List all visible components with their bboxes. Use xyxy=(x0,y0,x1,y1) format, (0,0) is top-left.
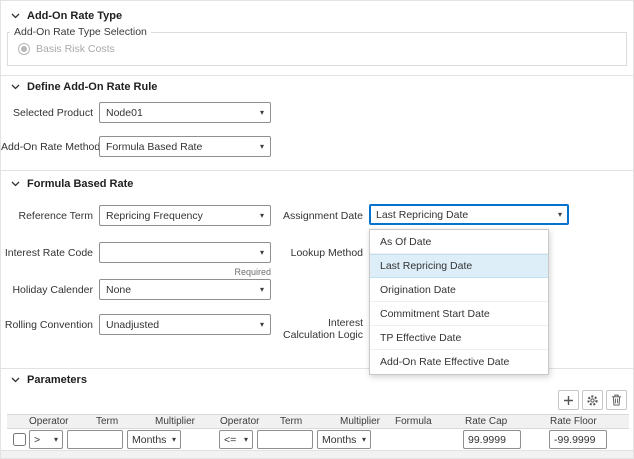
caret-down-icon: ▾ xyxy=(260,285,264,294)
holiday-calendar-select[interactable]: None ▾ xyxy=(99,279,271,300)
dropdown-option-selected[interactable]: Last Repricing Date xyxy=(370,254,548,278)
dropdown-option[interactable]: As Of Date xyxy=(370,230,548,254)
caret-down-icon: ▾ xyxy=(260,108,264,117)
operator1-select[interactable]: > ▾ xyxy=(29,430,63,449)
term2-input[interactable] xyxy=(257,430,313,449)
table-header-row: Operator Term Multiplier Operator Term M… xyxy=(7,414,629,429)
horizontal-scrollbar[interactable] xyxy=(1,450,634,458)
column-header-multiplier-1: Multiplier xyxy=(153,416,218,427)
section-title: Parameters xyxy=(27,374,87,386)
lookup-method-label: Lookup Method xyxy=(279,247,363,259)
parameters-toolbar xyxy=(558,390,627,410)
table-row: > ▾ Months ▾ <= ▾ Months ▾ xyxy=(7,429,629,451)
column-header-rate-floor: Rate Floor xyxy=(548,416,629,427)
section-header-rate-type[interactable]: Add-On Rate Type xyxy=(11,10,122,22)
trash-icon xyxy=(611,394,622,406)
section-divider xyxy=(1,170,634,171)
caret-down-icon: ▾ xyxy=(260,211,264,220)
chevron-down-icon xyxy=(11,13,20,19)
select-value: Unadjusted xyxy=(106,319,256,331)
plus-icon xyxy=(563,395,574,406)
caret-down-icon: ▾ xyxy=(54,435,58,444)
rate-cap-input[interactable] xyxy=(463,430,521,449)
caret-down-icon: ▾ xyxy=(260,248,264,257)
dropdown-option[interactable]: TP Effective Date xyxy=(370,326,548,350)
select-value: > xyxy=(34,434,51,446)
column-header-term-1: Term xyxy=(94,416,153,427)
assignment-date-dropdown: As Of Date Last Repricing Date Originati… xyxy=(369,229,549,375)
assignment-date-select[interactable]: Last Repricing Date ▾ xyxy=(369,204,569,225)
column-header-formula: Formula xyxy=(393,416,463,427)
required-note: Required xyxy=(99,267,271,277)
column-header-term-2: Term xyxy=(278,416,338,427)
section-divider xyxy=(1,75,634,76)
assignment-date-label: Assignment Date xyxy=(279,210,363,222)
operator2-select[interactable]: <= ▾ xyxy=(219,430,253,449)
holiday-calendar-label: Holiday Calender xyxy=(1,284,93,296)
select-value: Formula Based Rate xyxy=(106,141,256,153)
rate-method-label: Add-On Rate Method xyxy=(1,141,93,153)
interest-calc-logic-label: Interest Calculation Logic xyxy=(279,317,363,341)
selected-product-label: Selected Product xyxy=(1,107,93,119)
select-value: Months xyxy=(322,434,359,446)
group-label: Add-On Rate Type Selection xyxy=(10,26,151,38)
section-header-parameters[interactable]: Parameters xyxy=(11,374,87,386)
rate-method-select[interactable]: Formula Based Rate ▾ xyxy=(99,136,271,157)
column-header-rate-cap: Rate Cap xyxy=(463,416,548,427)
column-header-multiplier-2: Multiplier xyxy=(338,416,393,427)
selected-product-select[interactable]: Node01 ▾ xyxy=(99,102,271,123)
select-value: <= xyxy=(224,434,241,446)
parameters-table: Operator Term Multiplier Operator Term M… xyxy=(7,414,629,451)
radio-label: Basis Risk Costs xyxy=(36,43,115,55)
select-value: None xyxy=(106,284,256,296)
section-title: Define Add-On Rate Rule xyxy=(27,81,157,93)
column-header-operator-2: Operator xyxy=(218,416,278,427)
term1-input[interactable] xyxy=(67,430,123,449)
column-header-operator-1: Operator xyxy=(27,416,94,427)
dropdown-option[interactable]: Origination Date xyxy=(370,278,548,302)
multiplier2-select[interactable]: Months ▾ xyxy=(317,430,371,449)
add-row-button[interactable] xyxy=(558,390,579,410)
chevron-down-icon xyxy=(11,181,20,187)
chevron-down-icon xyxy=(11,84,20,90)
chevron-down-icon xyxy=(11,377,20,383)
rolling-convention-label: Rolling Convention xyxy=(1,319,93,331)
multiplier1-select[interactable]: Months ▾ xyxy=(127,430,181,449)
interest-rate-code-select[interactable]: ▾ xyxy=(99,242,271,263)
radio-basis-risk-costs[interactable]: Basis Risk Costs xyxy=(18,43,626,55)
interest-rate-code-label: Interest Rate Code xyxy=(1,247,93,259)
addon-rate-page: Add-On Rate Type Add-On Rate Type Select… xyxy=(0,0,634,459)
caret-down-icon: ▾ xyxy=(362,435,366,444)
section-header-formula[interactable]: Formula Based Rate xyxy=(11,178,133,190)
dropdown-option[interactable]: Add-On Rate Effective Date xyxy=(370,350,548,374)
caret-down-icon: ▾ xyxy=(260,320,264,329)
radio-selected-icon xyxy=(18,43,30,55)
delete-row-button[interactable] xyxy=(606,390,627,410)
select-value: Last Repricing Date xyxy=(376,209,554,221)
reference-term-select[interactable]: Repricing Frequency ▾ xyxy=(99,205,271,226)
select-value: Months xyxy=(132,434,169,446)
select-value: Repricing Frequency xyxy=(106,210,256,222)
caret-down-icon: ▾ xyxy=(172,435,176,444)
caret-down-icon: ▾ xyxy=(260,142,264,151)
section-header-define-rule[interactable]: Define Add-On Rate Rule xyxy=(11,81,157,93)
rolling-convention-select[interactable]: Unadjusted ▾ xyxy=(99,314,271,335)
rate-floor-input[interactable] xyxy=(549,430,607,449)
row-checkbox[interactable] xyxy=(13,433,26,446)
settings-button[interactable] xyxy=(582,390,603,410)
gear-icon xyxy=(586,394,599,407)
rate-type-selection-group: Add-On Rate Type Selection Basis Risk Co… xyxy=(7,32,627,66)
caret-down-icon: ▾ xyxy=(558,210,562,219)
select-value: Node01 xyxy=(106,107,256,119)
dropdown-option[interactable]: Commitment Start Date xyxy=(370,302,548,326)
section-title: Add-On Rate Type xyxy=(27,10,122,22)
reference-term-label: Reference Term xyxy=(1,210,93,222)
caret-down-icon: ▾ xyxy=(244,435,248,444)
section-title: Formula Based Rate xyxy=(27,178,133,190)
